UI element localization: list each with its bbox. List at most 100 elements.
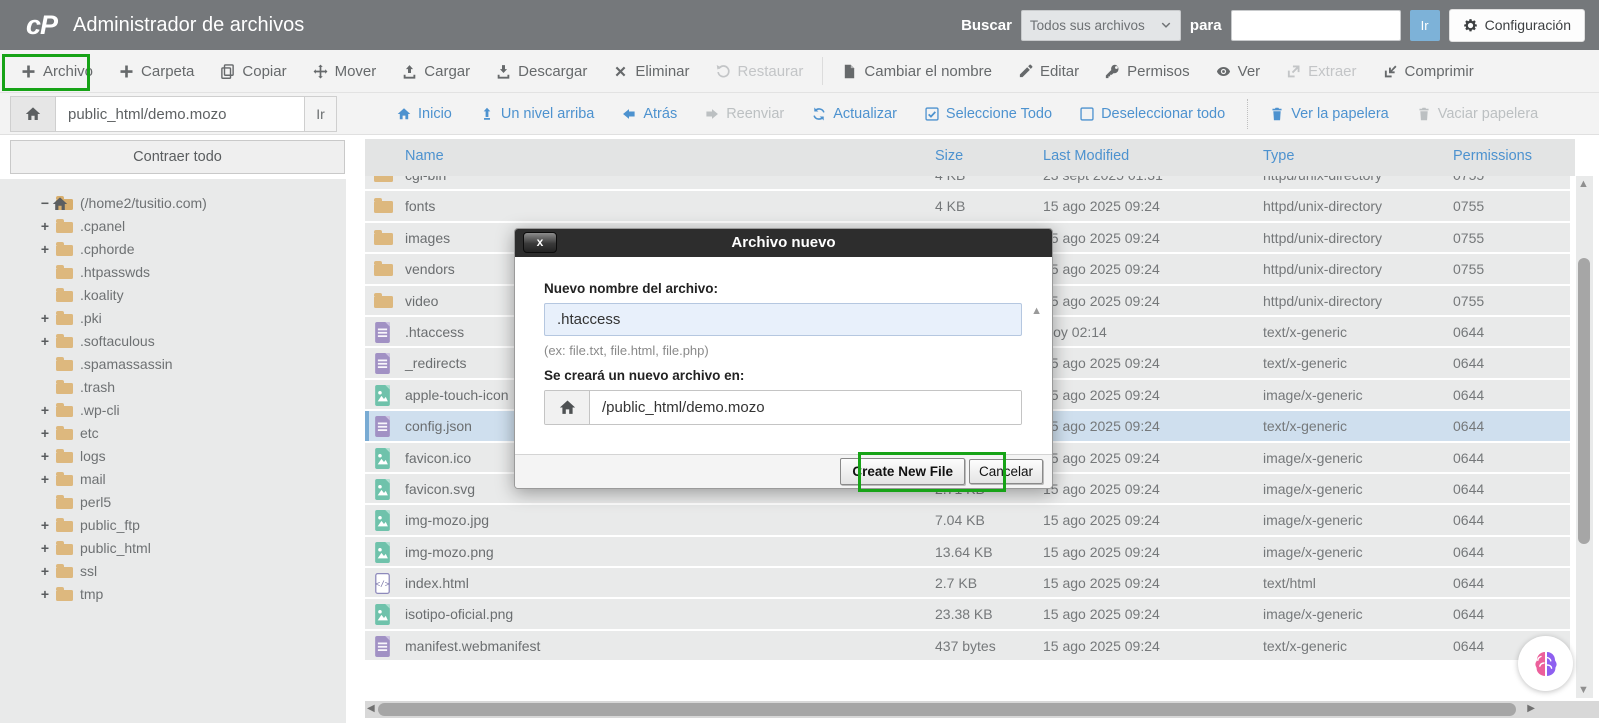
settings-button[interactable]: Configuración xyxy=(1448,8,1585,42)
toolbar-button-editar[interactable]: Editar xyxy=(1005,50,1092,93)
file-row-index-html[interactable]: index.html 2.7 KB 15 ago 2025 09:24 text… xyxy=(365,568,1570,600)
toolbar-button-restaurar[interactable]: Restaurar xyxy=(703,50,817,93)
dialog-scroll-up-icon[interactable]: ▲ xyxy=(1031,305,1042,317)
horizontal-scrollbar-thumb[interactable] xyxy=(378,703,1516,716)
tree-item-label[interactable]: etc xyxy=(80,425,99,441)
tree-expand-toggle[interactable]: + xyxy=(38,540,52,556)
tree-item-label[interactable]: .trash xyxy=(80,379,115,395)
tree-expand-toggle[interactable]: + xyxy=(38,425,52,441)
toolbar-button-cargar[interactable]: Cargar xyxy=(389,50,483,93)
sidebar-item-koality[interactable]: .koality xyxy=(0,285,346,308)
tree-item-label[interactable]: .koality xyxy=(80,287,124,303)
tree-expand-toggle[interactable]: + xyxy=(38,241,52,257)
sidebar-item-pki[interactable]: + .pki xyxy=(0,308,346,331)
sidebar-item-wp-cli[interactable]: + .wp-cli xyxy=(0,400,346,423)
nav-button-actualizar[interactable]: Actualizar xyxy=(798,106,911,122)
tree-root[interactable]: − (/home2/tusitio.com) xyxy=(0,193,346,216)
tree-item-label[interactable]: mail xyxy=(80,471,106,487)
toolbar-button-descargar[interactable]: Descargar xyxy=(483,50,600,93)
tree-expand-toggle[interactable]: + xyxy=(38,402,52,418)
column-header-name[interactable]: Name xyxy=(405,148,444,164)
nav-button-seleccione-todo[interactable]: Seleccione Todo xyxy=(911,106,1066,122)
toolbar-button-carpeta[interactable]: Carpeta xyxy=(106,50,207,93)
search-scope-select[interactable]: Todos sus archivos xyxy=(1020,9,1181,41)
tree-item-label[interactable]: .softaculous xyxy=(80,333,155,349)
tree-item-label[interactable]: .cpanel xyxy=(80,218,125,234)
toolbar-button-mover[interactable]: Mover xyxy=(300,50,390,93)
file-location-input[interactable] xyxy=(590,391,1021,424)
tree-item-label[interactable]: .htpasswds xyxy=(80,264,150,280)
tree-expand-toggle[interactable]: + xyxy=(38,448,52,464)
sidebar-item-trash[interactable]: .trash xyxy=(0,377,346,400)
sidebar-item-cpanel[interactable]: + .cpanel xyxy=(0,216,346,239)
tree-expand-toggle[interactable]: + xyxy=(38,218,52,234)
new-file-name-input[interactable] xyxy=(544,303,1022,336)
nav-button-atras[interactable]: Atrás xyxy=(608,106,691,122)
nav-button-deseleccionar-todo[interactable]: Deseleccionar todo xyxy=(1066,106,1239,122)
tree-expand-toggle[interactable]: + xyxy=(38,333,52,349)
sidebar-item-public-html[interactable]: + public_html xyxy=(0,538,346,561)
path-input[interactable] xyxy=(56,97,304,131)
nav-button-ver-la-papelera[interactable]: Ver la papelera xyxy=(1256,106,1403,122)
column-header-last-modified[interactable]: Last Modified xyxy=(1043,148,1129,164)
column-header-type[interactable]: Type xyxy=(1263,148,1294,164)
scroll-up-arrow[interactable]: ▲ xyxy=(1578,178,1589,190)
scroll-down-arrow[interactable]: ▼ xyxy=(1578,684,1589,696)
tree-expand-toggle[interactable]: + xyxy=(38,471,52,487)
file-row-cgi-bin[interactable]: cgi-bin 4 KB 23 sept 2025 01:31 httpd/un… xyxy=(365,176,1570,192)
tree-item-label[interactable]: logs xyxy=(80,448,106,464)
sidebar-item-cphorde[interactable]: + .cphorde xyxy=(0,239,346,262)
toolbar-button-copiar[interactable]: Copiar xyxy=(207,50,299,93)
search-go-button[interactable]: Ir xyxy=(1409,9,1440,41)
tree-item-label[interactable]: .pki xyxy=(80,310,102,326)
nav-button-inicio[interactable]: Inicio xyxy=(383,106,466,122)
horizontal-scrollbar[interactable]: ◀ ▶ xyxy=(365,701,1599,718)
sidebar-item-perl5[interactable]: perl5 xyxy=(0,492,346,515)
sidebar-item-softaculous[interactable]: + .softaculous xyxy=(0,331,346,354)
location-home-button[interactable] xyxy=(545,391,590,424)
tree-expand-toggle[interactable]: + xyxy=(38,517,52,533)
tree-item-label[interactable]: perl5 xyxy=(80,494,111,510)
assistant-extension-badge[interactable] xyxy=(1518,636,1573,691)
close-dialog-button[interactable]: x xyxy=(523,232,557,253)
tree-expand-toggle[interactable]: + xyxy=(38,563,52,579)
cancel-button[interactable]: Cancelar xyxy=(968,459,1043,484)
create-new-file-button[interactable]: Create New File xyxy=(840,458,965,485)
tree-item-label[interactable]: .wp-cli xyxy=(80,402,120,418)
search-input[interactable] xyxy=(1230,9,1401,41)
tree-item-label[interactable]: .cphorde xyxy=(80,241,134,257)
toolbar-button-eliminar[interactable]: Eliminar xyxy=(600,50,702,93)
path-home-button[interactable] xyxy=(11,97,56,131)
toolbar-button-archivo[interactable]: Archivo xyxy=(8,50,106,93)
path-go-button[interactable]: Ir xyxy=(304,97,336,131)
toolbar-button-ver[interactable]: Ver xyxy=(1203,50,1274,93)
sidebar-item-logs[interactable]: + logs xyxy=(0,446,346,469)
nav-button-vaciar-papelera[interactable]: Vaciar papelera xyxy=(1403,106,1553,122)
toolbar-button-cambiar-el-nombre[interactable]: Cambiar el nombre xyxy=(829,50,1005,93)
sidebar-item-mail[interactable]: + mail xyxy=(0,469,346,492)
scroll-left-arrow[interactable]: ◀ xyxy=(367,703,375,714)
sidebar-item-spamassassin[interactable]: .spamassassin xyxy=(0,354,346,377)
file-row-img-mozo-png[interactable]: img-mozo.png 13.64 KB 15 ago 2025 09:24 … xyxy=(365,536,1570,569)
file-row-fonts[interactable]: fonts 4 KB 15 ago 2025 09:24 httpd/unix-… xyxy=(365,191,1570,223)
file-row-manifest-webmanifest[interactable]: manifest.webmanifest 437 bytes 15 ago 20… xyxy=(365,630,1570,663)
column-header-permissions[interactable]: Permissions xyxy=(1453,148,1532,164)
sidebar-item-tmp[interactable]: + tmp xyxy=(0,584,346,607)
toolbar-button-permisos[interactable]: Permisos xyxy=(1092,50,1203,93)
sidebar-item-etc[interactable]: + etc xyxy=(0,423,346,446)
tree-item-label[interactable]: ssl xyxy=(80,563,97,579)
nav-button-un-nivel-arriba[interactable]: Un nivel arriba xyxy=(466,106,609,122)
tree-item-label[interactable]: tmp xyxy=(80,586,103,602)
tree-expand-toggle[interactable]: + xyxy=(38,586,52,602)
scroll-right-arrow[interactable]: ▶ xyxy=(1527,703,1535,714)
collapse-all-button[interactable]: Contraer todo xyxy=(10,140,345,174)
column-header-size[interactable]: Size xyxy=(935,148,963,164)
nav-button-reenviar[interactable]: Reenviar xyxy=(691,106,798,122)
tree-expand-toggle[interactable]: + xyxy=(38,310,52,326)
toolbar-button-extraer[interactable]: Extraer xyxy=(1273,50,1369,93)
tree-item-label[interactable]: .spamassassin xyxy=(80,356,173,372)
vertical-scrollbar[interactable]: ▲ ▼ xyxy=(1576,176,1593,698)
sidebar-item-public-ftp[interactable]: + public_ftp xyxy=(0,515,346,538)
vertical-scrollbar-thumb[interactable] xyxy=(1578,258,1590,544)
tree-item-label[interactable]: public_ftp xyxy=(80,517,140,533)
